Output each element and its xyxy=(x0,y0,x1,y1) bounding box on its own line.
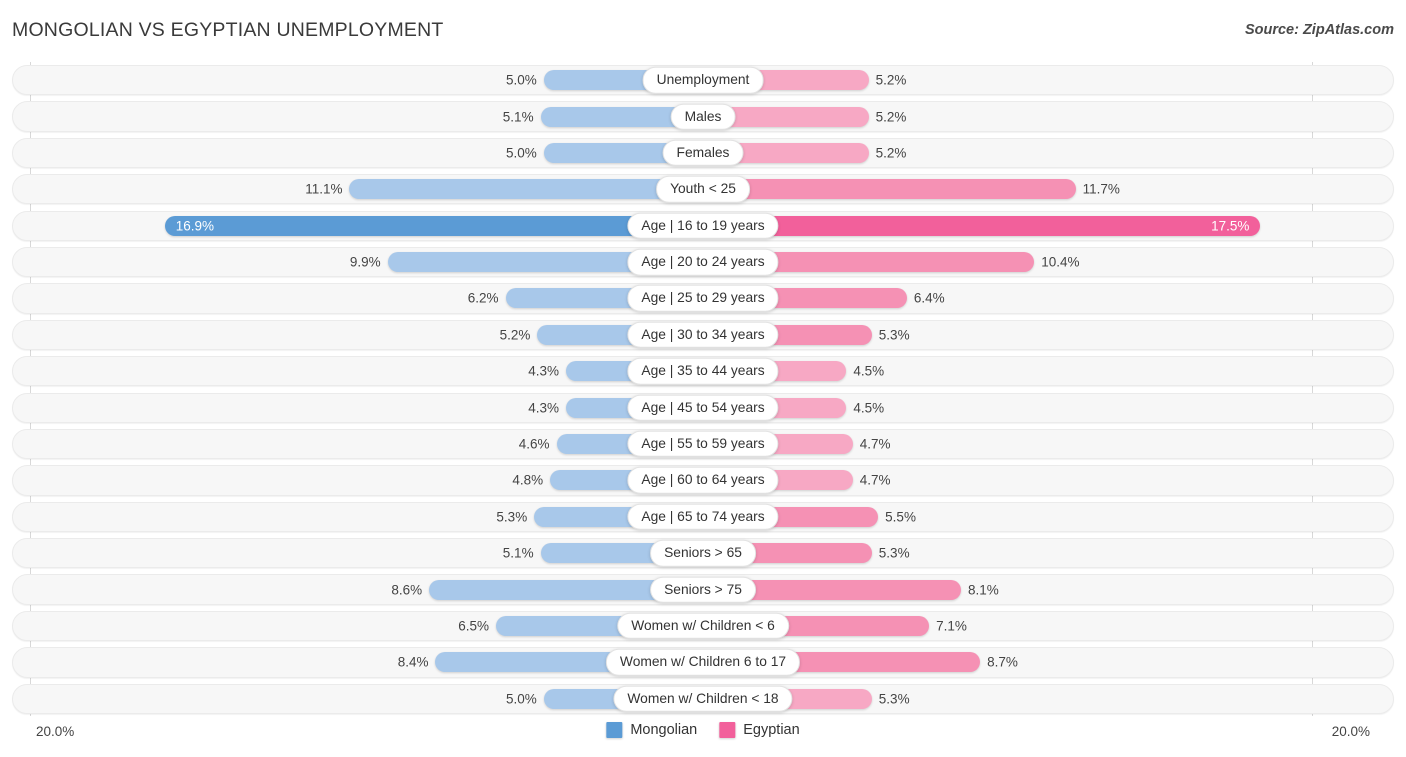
legend-swatch-icon xyxy=(606,722,623,738)
value-label-egyptian: 6.4% xyxy=(913,290,945,306)
value-label-egyptian: 8.1% xyxy=(967,581,999,597)
legend-label: Egyptian xyxy=(743,722,800,738)
bar-fill xyxy=(703,215,1261,236)
table-row: 5.0% 5.2% Unemployment xyxy=(12,62,1394,98)
value-label-egyptian: 4.5% xyxy=(853,399,885,415)
legend-swatch-icon xyxy=(719,722,736,738)
value-label-mongolian: 6.5% xyxy=(458,618,489,634)
page-title: MONGOLIAN VS EGYPTIAN UNEMPLOYMENT xyxy=(12,19,444,41)
value-label-egyptian: 5.2% xyxy=(875,145,907,161)
category-label: Age | 55 to 59 years xyxy=(627,430,779,458)
chart-rows: 5.0% 5.2% Unemployment 5.1% 5.2% Males 5.0% 5.2… xyxy=(12,62,1394,716)
bar-mongolian: 16.9% xyxy=(164,215,703,236)
table-row: 9.9% 10.4% Age | 20 to 24 years xyxy=(12,244,1394,280)
value-label-mongolian: 6.2% xyxy=(467,290,499,306)
category-label: Seniors > 65 xyxy=(650,540,756,567)
bar-egyptian: 17.5% xyxy=(703,215,1261,236)
category-label: Age | 35 to 44 years xyxy=(627,358,779,385)
table-row: 8.6% 8.1% Seniors > 75 xyxy=(12,571,1394,607)
category-label: Males xyxy=(670,103,736,130)
table-row: 5.1% 5.2% Males xyxy=(12,98,1394,134)
value-label-mongolian: 5.1% xyxy=(502,108,534,124)
category-label: Unemployment xyxy=(642,66,764,94)
value-label-mongolian: 5.3% xyxy=(496,509,528,525)
value-label-mongolian: 8.4% xyxy=(397,654,429,670)
value-label-mongolian: 5.1% xyxy=(502,545,534,561)
value-label-mongolian: 9.9% xyxy=(349,254,381,270)
category-label: Age | 20 to 24 years xyxy=(627,248,779,276)
table-row: 16.9% 17.5% Age | 16 to 19 years xyxy=(12,208,1394,244)
value-label-egyptian: 11.7% xyxy=(1082,181,1120,197)
axis-label-right: 20.0% xyxy=(1331,724,1370,739)
legend-item[interactable]: Mongolian xyxy=(606,722,697,738)
category-label: Seniors > 75 xyxy=(650,576,756,603)
value-label-egyptian: 10.4% xyxy=(1041,254,1080,270)
value-label-egyptian: 4.7% xyxy=(859,472,891,488)
value-label-egyptian: 17.5% xyxy=(1211,217,1250,233)
table-row: 5.0% 5.2% Females xyxy=(12,135,1394,171)
value-label-mongolian: 11.1% xyxy=(305,181,343,197)
table-row: 5.0% 5.3% Women w/ Children < 18 xyxy=(12,681,1394,717)
category-label: Women w/ Children < 18 xyxy=(613,685,793,712)
value-label-mongolian: 4.3% xyxy=(528,399,560,415)
table-row: 5.2% 5.3% Age | 30 to 34 years xyxy=(12,317,1394,353)
value-label-egyptian: 5.2% xyxy=(875,72,907,88)
category-label: Age | 30 to 34 years xyxy=(627,321,779,349)
value-label-mongolian: 4.3% xyxy=(528,363,560,379)
value-label-egyptian: 5.3% xyxy=(878,327,910,343)
category-label: Women w/ Children 6 to 17 xyxy=(605,649,801,676)
value-label-mongolian: 16.9% xyxy=(175,217,215,233)
value-label-egyptian: 5.3% xyxy=(878,691,910,707)
value-label-egyptian: 5.3% xyxy=(878,545,910,561)
bar-fill xyxy=(703,179,1076,200)
chart-legend: Mongolian Egyptian xyxy=(606,722,800,738)
value-label-egyptian: 5.2% xyxy=(875,108,907,124)
value-label-mongolian: 4.8% xyxy=(512,472,544,488)
value-label-mongolian: 5.0% xyxy=(505,72,537,88)
table-row: 4.3% 4.5% Age | 35 to 44 years xyxy=(12,353,1394,389)
category-label: Age | 60 to 64 years xyxy=(627,467,779,494)
table-row: 6.2% 6.4% Age | 25 to 29 years xyxy=(12,280,1394,316)
legend-item[interactable]: Egyptian xyxy=(719,722,800,738)
axis-label-left: 20.0% xyxy=(36,724,75,739)
bar-fill xyxy=(349,179,703,200)
chart-plot-area: 5.0% 5.2% Unemployment 5.1% 5.2% Males 5.0% 5.2… xyxy=(12,62,1394,716)
table-row: 5.3% 5.5% Age | 65 to 74 years xyxy=(12,499,1394,535)
category-label: Youth < 25 xyxy=(656,176,750,203)
value-label-mongolian: 4.6% xyxy=(518,436,550,452)
value-label-egyptian: 5.5% xyxy=(885,509,916,525)
category-label: Women w/ Children < 6 xyxy=(617,612,789,640)
bar-mongolian: 11.1% xyxy=(305,179,703,200)
bar-fill xyxy=(164,215,703,236)
value-label-mongolian: 8.6% xyxy=(391,581,423,597)
value-label-egyptian: 7.1% xyxy=(936,618,967,634)
bar-egyptian: 11.7% xyxy=(703,179,1120,200)
table-row: 4.3% 4.5% Age | 45 to 54 years xyxy=(12,390,1394,426)
table-row: 4.6% 4.7% Age | 55 to 59 years xyxy=(12,426,1394,462)
category-label: Age | 45 to 54 years xyxy=(627,394,779,421)
chart-footer: 20.0% 20.0% Mongolian Egyptian xyxy=(0,718,1406,757)
value-label-mongolian: 5.2% xyxy=(499,327,531,343)
value-label-egyptian: 4.7% xyxy=(859,436,891,452)
value-label-egyptian: 4.5% xyxy=(853,363,885,379)
value-label-mongolian: 5.0% xyxy=(505,145,537,161)
category-label: Females xyxy=(662,139,744,167)
source-attribution: Source: ZipAtlas.com xyxy=(1244,22,1394,38)
table-row: 6.5% 7.1% Women w/ Children < 6 xyxy=(12,608,1394,644)
category-label: Age | 25 to 29 years xyxy=(627,285,779,312)
table-row: 5.1% 5.3% Seniors > 65 xyxy=(12,535,1394,571)
value-label-mongolian: 5.0% xyxy=(505,691,537,707)
category-label: Age | 65 to 74 years xyxy=(627,503,779,531)
category-label: Age | 16 to 19 years xyxy=(627,212,779,239)
table-row: 11.1% 11.7% Youth < 25 xyxy=(12,171,1394,207)
table-row: 4.8% 4.7% Age | 60 to 64 years xyxy=(12,462,1394,498)
value-label-egyptian: 8.7% xyxy=(987,654,1018,670)
chart-header: MONGOLIAN VS EGYPTIAN UNEMPLOYMENT Sourc… xyxy=(0,0,1406,60)
table-row: 8.4% 8.7% Women w/ Children 6 to 17 xyxy=(12,644,1394,680)
legend-label: Mongolian xyxy=(630,722,698,738)
